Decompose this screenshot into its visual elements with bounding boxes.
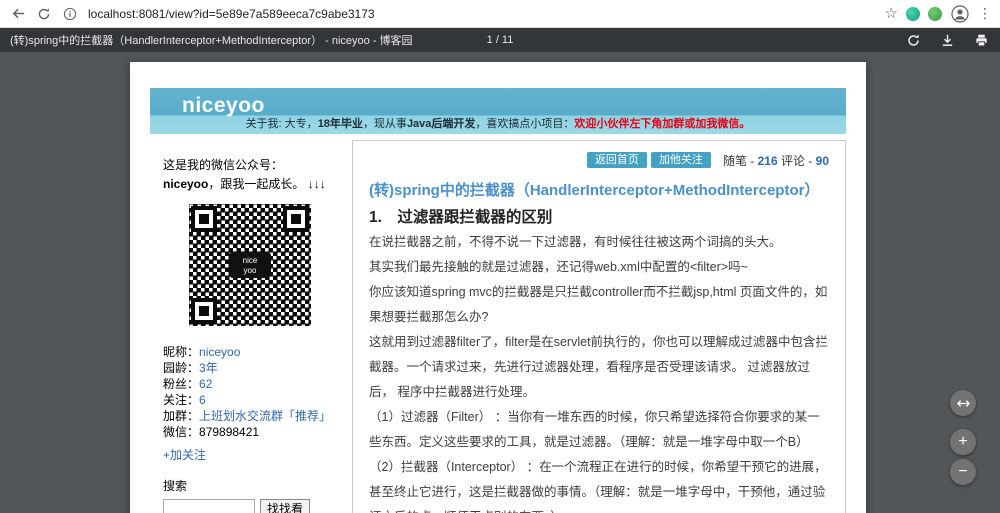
browser-chrome-bar: localhost:8081/view?id=5e89e7a589eeca7c9… <box>0 0 1000 28</box>
pdf-toolbar-actions <box>904 31 990 49</box>
about-text-part: ，喜欢搞点小项目： <box>475 118 575 130</box>
zoom-in-button[interactable]: + <box>950 429 976 455</box>
intro-text-part: ↓↓↓ <box>304 177 326 191</box>
profile-row: 园龄：3年 <box>163 360 336 376</box>
post-content: 1. 过滤器跟拦截器的区别在说拦截器之前，不得不说一下过滤器，有时候往往被这两个… <box>369 208 829 513</box>
follow-link[interactable]: +加关注 <box>163 446 206 463</box>
paragraph: 这就用到过滤器filter了，filter是在servlet前执行的，你也可以理… <box>369 335 829 399</box>
intro-text-part: ，跟我一起成长。 <box>208 177 305 191</box>
rotate-icon[interactable] <box>904 31 922 49</box>
profile-row: 关注：6 <box>163 392 336 408</box>
profile-row: 加群：上班划水交流群「推荐」 <box>163 408 336 424</box>
profile-row: 微信：879898421 <box>163 424 336 440</box>
search-input[interactable] <box>163 499 255 513</box>
profile-value[interactable]: 62 <box>199 377 212 391</box>
about-text-part: 关于我: 大专， <box>245 118 318 130</box>
paragraph: 其实我们最先接触的就是过滤器，还记得web.xml中配置的<filter>吗~ <box>369 260 748 274</box>
profile-value: 879898421 <box>199 425 260 439</box>
svg-text:yoo: yoo <box>243 266 256 275</box>
bookmark-star-icon[interactable]: ☆ <box>885 6 898 21</box>
stat-part: 随笔 - <box>722 153 758 168</box>
intro-text-part: 这是我的微信公众号： <box>163 158 284 172</box>
stat-part[interactable]: 216 <box>758 154 778 168</box>
url-text[interactable]: localhost:8081/view?id=5e89e7a589eeca7c9… <box>88 7 375 21</box>
profile-label: 昵称： <box>163 345 200 359</box>
blog-stats: 随笔 - 216 评论 - 90 <box>723 152 829 169</box>
profile-value[interactable]: 3年 <box>199 361 218 375</box>
main-content: 返回首页 加他关注 随笔 - 216 评论 - 90 (转)spring中的拦截器… <box>352 140 846 513</box>
back-icon[interactable] <box>8 4 28 24</box>
download-icon[interactable] <box>938 31 956 49</box>
post-meta-row: 返回首页 加他关注 随笔 - 216 评论 - 90 <box>369 151 829 169</box>
stat-part: 评论 - <box>777 153 816 168</box>
site-info-icon[interactable] <box>60 4 80 24</box>
profile-label: 关注： <box>163 393 200 407</box>
profile-value[interactable]: niceyoo <box>199 345 240 359</box>
profile-list: 昵称：niceyoo 园龄：3年 粉丝：62 关注：6 加群：上班划水交流群「推荐」 微信… <box>163 344 336 440</box>
nav-buttons: 返回首页 加他关注 <box>586 152 711 168</box>
pdf-viewer-area: niceyoo 关于我: 大专，18年毕业，现从事Java后端开发，喜欢搞点小项… <box>0 52 1000 513</box>
about-text-part: 18年毕业 <box>317 118 363 130</box>
profile-label: 园龄： <box>163 361 200 375</box>
pdf-document-title: (转)spring中的拦截器（HandlerInterceptor+Method… <box>10 35 413 47</box>
print-icon[interactable] <box>972 31 990 49</box>
stat-part[interactable]: 90 <box>816 154 829 168</box>
page-body: 这是我的微信公众号：niceyoo，跟我一起成长。 ↓↓↓ nice yoo 昵… <box>150 134 846 513</box>
extension-icon-2[interactable] <box>928 6 942 21</box>
search-button[interactable]: 找找看 <box>260 499 311 513</box>
about-text-part: ，现从事 <box>362 118 407 130</box>
qr-code-image: nice yoo <box>184 200 315 330</box>
about-text-part: 欢迎小伙伴左下角加群或加我微信。 <box>574 118 751 130</box>
header-nav-button[interactable]: 加他关注 <box>650 152 711 168</box>
zoom-out-button[interactable]: − <box>950 459 976 485</box>
page-indicator: 1 / 11 <box>486 34 514 46</box>
document-page: niceyoo 关于我: 大专，18年毕业，现从事Java后端开发，喜欢搞点小项… <box>130 62 866 513</box>
post-title[interactable]: (转)spring中的拦截器（HandlerInterceptor+Method… <box>369 181 829 200</box>
profile-avatar-icon[interactable] <box>950 4 970 24</box>
refresh-icon[interactable] <box>34 4 54 24</box>
svg-text:nice: nice <box>242 256 257 265</box>
header-nav-button[interactable]: 返回首页 <box>586 152 647 168</box>
about-line: 关于我: 大专，18年毕业，现从事Java后端开发，喜欢搞点小项目：欢迎小伙伴左… <box>150 115 846 131</box>
paragraph: 你应该知道spring mvc的拦截器是只拦截controller而不拦截jsp… <box>369 285 828 324</box>
search-section-title: 搜索 <box>163 479 188 493</box>
chrome-right-controls: ☆ ⋮ <box>885 4 992 24</box>
about-text-part: Java后端开发 <box>406 118 476 130</box>
profile-label: 粉丝： <box>163 377 200 391</box>
paragraph: （2）拦截器（Interceptor） ：在一个流程正在进行的时候，你希望干预它… <box>369 460 827 513</box>
paragraph: 在说拦截器之前，不得不说一下过滤器，有时候往往被这两个词搞的头大。 <box>369 235 782 249</box>
sidebar: 这是我的微信公众号：niceyoo，跟我一起成长。 ↓↓↓ nice yoo 昵… <box>150 134 346 513</box>
fit-page-button[interactable] <box>950 390 976 416</box>
pdf-toolbar: (转)spring中的拦截器（HandlerInterceptor+Method… <box>0 28 1000 52</box>
search-row: 找找看 <box>163 499 336 513</box>
profile-label: 微信： <box>163 425 200 439</box>
site-header: niceyoo 关于我: 大专，18年毕业，现从事Java后端开发，喜欢搞点小项… <box>150 88 846 134</box>
profile-label: 加群： <box>163 409 200 423</box>
profile-value[interactable]: 6 <box>199 393 206 407</box>
wechat-intro: 这是我的微信公众号： niceyoo，跟我一起成长。 ↓↓↓ <box>163 156 336 194</box>
intro-text-part: niceyoo <box>163 177 209 191</box>
menu-kebab-icon[interactable]: ⋮ <box>978 5 992 22</box>
extension-icon-1[interactable] <box>906 6 920 21</box>
paragraph: （1）过滤器（Filter） ：当你有一堆东西的时候，你只希望选择符合你要求的某… <box>369 410 820 449</box>
profile-row: 昵称：niceyoo <box>163 344 336 360</box>
profile-row: 粉丝：62 <box>163 376 336 392</box>
section-heading: 1. 过滤器跟拦截器的区别 <box>369 209 553 226</box>
profile-value[interactable]: 上班划水交流群「推荐」 <box>199 409 331 423</box>
